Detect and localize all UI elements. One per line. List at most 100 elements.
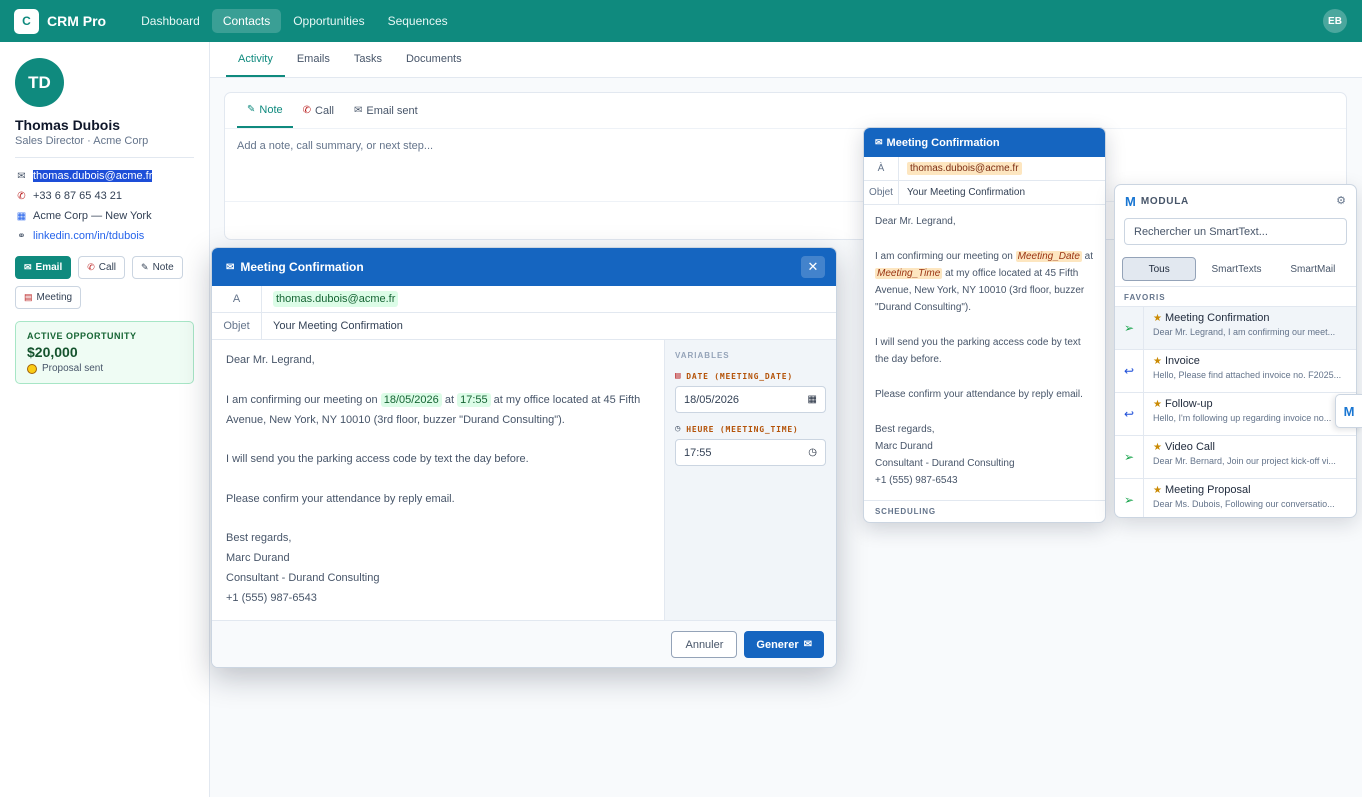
body-paragraph-1: I am confirming our meeting on 18/05/202… — [226, 390, 650, 430]
nav-dashboard[interactable]: Dashboard — [130, 9, 211, 33]
activity-tab-call-label: Call — [315, 104, 334, 117]
tab-activity[interactable]: Activity — [226, 42, 285, 77]
star-icon: ★ — [1153, 399, 1162, 410]
favorite-item[interactable]: ➢ ★ Meeting Proposal Dear Ms. Dubois, Fol… — [1115, 478, 1356, 517]
preview-text-a: I am confirming our meeting on — [875, 250, 1013, 262]
memo-icon: ✎ — [247, 103, 256, 115]
preview-subject-value: Your Meeting Confirmation — [907, 187, 1026, 198]
preview-text-at: at — [1084, 250, 1094, 262]
signature-line-2: Marc Durand — [226, 552, 290, 564]
preview-greeting: Dear Mr. Legrand, — [875, 216, 956, 227]
subject-label: Objet — [212, 313, 262, 339]
preview-paragraph-2: I will send you the parking access code … — [875, 337, 1081, 366]
favorites-title: FAVORIS — [1124, 293, 1166, 302]
date-input[interactable]: 18/05/2026 ▦ — [675, 386, 826, 413]
favorite-snippet: Dear Mr. Legrand, I am confirming our me… — [1153, 327, 1336, 337]
contact-company: Acme Corp — New York — [33, 210, 152, 222]
signature-line-3: Consultant - Durand Consulting — [226, 572, 380, 584]
activity-tabs: ✎ Note ✆ Call ✉ Email sent — [225, 93, 1346, 129]
calendar-picker-icon[interactable]: ▦ — [808, 394, 817, 405]
modula-filter-tabs: Tous SmartTexts SmartMail — [1122, 257, 1349, 281]
body-text-at: at — [444, 393, 455, 406]
preview-time-variable: Meeting_Time — [875, 267, 943, 279]
email-button[interactable]: ✉ Email — [15, 256, 72, 279]
to-field[interactable]: thomas.dubois@acme.fr — [262, 291, 399, 307]
body-greeting: Dear Mr. Legrand, — [226, 354, 315, 366]
contact-phone-row: ✆ +33 6 87 65 43 21 — [15, 186, 194, 206]
tab-emails[interactable]: Emails — [285, 42, 342, 77]
date-input-value: 18/05/2026 — [684, 393, 740, 406]
preview-date-variable: Meeting_Date — [1015, 250, 1082, 262]
reply-icon: ↩ — [1115, 393, 1144, 435]
link-icon: ⚭ — [17, 230, 26, 242]
opportunity-card[interactable]: ACTIVE OPPORTUNITY $20,000 Proposal sent — [15, 321, 194, 384]
call-button[interactable]: ✆ Call — [78, 256, 126, 279]
meeting-button-label: Meeting — [36, 292, 73, 303]
tab-tasks[interactable]: Tasks — [342, 42, 394, 77]
time-input[interactable]: 17:55 ◷ — [675, 439, 826, 466]
favorite-item[interactable]: ➢ ★ Meeting Confirmation Dear Mr. Legrand… — [1115, 306, 1356, 349]
activity-tab-call[interactable]: ✆ Call — [293, 93, 344, 128]
app-logo[interactable]: C — [14, 8, 39, 34]
send-icon: ➢ — [1115, 307, 1144, 349]
preview-header: ✉ Meeting Confirmation — [864, 128, 1105, 157]
gear-icon[interactable]: ⚙ — [1336, 194, 1346, 207]
nav-contacts[interactable]: Contacts — [211, 9, 282, 33]
modal-body: Dear Mr. Legrand, I am confirming our me… — [212, 340, 836, 621]
email-body-editor[interactable]: Dear Mr. Legrand, I am confirming our me… — [212, 340, 665, 620]
time-variable-chip[interactable]: 17:55 — [457, 392, 491, 407]
date-variable-label: ▤ DATE (MEETING_DATE) — [675, 371, 826, 381]
top-bar: C CRM Pro Dashboard Contacts Opportuniti… — [0, 0, 1362, 42]
contact-company-row: ▦ Acme Corp — New York — [15, 206, 194, 226]
activity-tab-note[interactable]: ✎ Note — [237, 93, 293, 128]
send-icon: ➢ — [1115, 479, 1144, 517]
favorite-name-text: Video Call — [1164, 441, 1215, 453]
favorite-item[interactable]: ↩ ★ Follow-up Hello, I'm following up reg… — [1115, 392, 1356, 435]
modula-header: M MODULA — [1115, 185, 1356, 218]
subject-row: Objet Your Meeting Confirmation — [212, 313, 836, 340]
to-label: A — [212, 286, 262, 312]
generate-button[interactable]: Generer ✉ — [744, 631, 824, 658]
modula-title: MODULA — [1140, 196, 1189, 207]
opportunity-value: $20,000 — [27, 344, 78, 360]
phone-icon: ✆ — [302, 104, 312, 116]
date-variable-chip[interactable]: 18/05/2026 — [380, 392, 442, 407]
preview-subject-label: Objet — [864, 181, 899, 204]
cancel-button[interactable]: Annuler — [671, 631, 738, 658]
contact-phone[interactable]: +33 6 87 65 43 21 — [33, 190, 122, 202]
nav-sequences[interactable]: Sequences — [377, 9, 459, 33]
meeting-button[interactable]: ▤ Meeting — [15, 286, 82, 309]
envelope-icon: ✉ — [24, 262, 32, 272]
nav-opportunities[interactable]: Opportunities — [282, 9, 375, 33]
filter-tab-all[interactable]: Tous — [1122, 257, 1197, 281]
tab-documents[interactable]: Documents — [394, 42, 474, 77]
filter-tab-smarttexts[interactable]: SmartTexts — [1200, 257, 1272, 281]
favorite-name-text: Invoice — [1164, 355, 1200, 367]
scheduling-section[interactable]: SCHEDULING — [864, 500, 1105, 522]
note-button-label: Note — [152, 262, 174, 273]
favorite-item[interactable]: ➢ ★ Video Call Dear Mr. Bernard, Join our… — [1115, 435, 1356, 478]
star-icon: ★ — [1153, 356, 1162, 367]
activity-input[interactable]: Add a note, call summary, or next step..… — [225, 129, 1346, 163]
contact-email[interactable]: thomas.dubois@acme.fr — [33, 170, 153, 182]
subject-field[interactable]: Your Meeting Confirmation — [262, 320, 403, 332]
preview-recipient-chip: thomas.dubois@acme.fr — [907, 162, 1022, 175]
user-avatar[interactable]: EB — [1323, 9, 1347, 33]
variables-panel: VARIABLES ▤ DATE (MEETING_DATE) 18/05/202… — [665, 340, 836, 620]
clock-picker-icon[interactable]: ◷ — [808, 447, 817, 458]
activity-tab-email-sent[interactable]: ✉ Email sent — [344, 93, 428, 128]
filter-tab-smartmail[interactable]: SmartMail — [1277, 257, 1349, 281]
smarttext-search-input[interactable]: Rechercher un SmartText... — [1124, 218, 1347, 245]
note-button[interactable]: ✎ Note — [132, 256, 183, 279]
contact-name: Thomas Dubois — [15, 117, 121, 133]
star-icon: ★ — [1153, 485, 1162, 496]
close-button[interactable]: ✕ — [801, 256, 825, 278]
contact-linkedin[interactable]: linkedin.com/in/tdubois — [33, 230, 144, 242]
preview-title: Meeting Confirmation — [886, 136, 1000, 149]
modula-side-tab[interactable]: M — [1335, 394, 1362, 428]
modal-title: Meeting Confirmation — [240, 260, 364, 274]
favorite-item[interactable]: ↩ ★ Invoice Hello, Please find attached i… — [1115, 349, 1356, 392]
date-variable-label-text: DATE (MEETING_DATE) — [686, 371, 793, 381]
favorite-name: ★ Invoice — [1153, 355, 1354, 367]
favorite-name: ★ Video Call — [1153, 441, 1354, 453]
